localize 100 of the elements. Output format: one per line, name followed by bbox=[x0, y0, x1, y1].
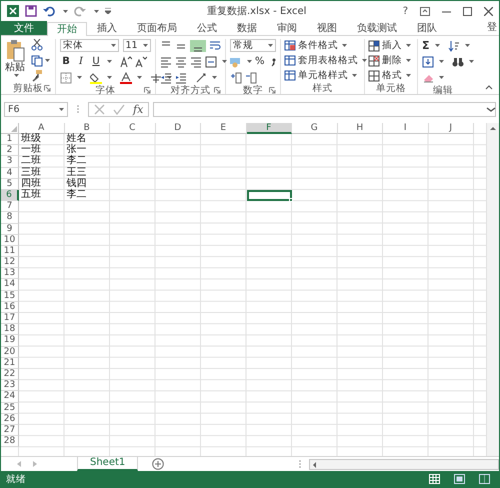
row-header[interactable]: 12 bbox=[1, 257, 19, 268]
borders-icon[interactable] bbox=[60, 72, 72, 84]
help-button[interactable]: ? bbox=[402, 6, 408, 16]
underline-button[interactable]: U bbox=[90, 56, 102, 67]
caret-icon[interactable] bbox=[137, 76, 142, 79]
percent-button[interactable]: % bbox=[255, 56, 265, 67]
format-painter-icon[interactable] bbox=[31, 70, 43, 82]
scroll-up-icon[interactable] bbox=[489, 125, 497, 132]
row-header[interactable]: 5 bbox=[1, 178, 19, 190]
row-header[interactable]: 11 bbox=[1, 246, 19, 258]
caret-icon[interactable] bbox=[167, 76, 172, 79]
caret-icon[interactable] bbox=[94, 10, 99, 12]
increase-font-icon[interactable] bbox=[120, 56, 132, 68]
caret-icon[interactable] bbox=[247, 60, 252, 63]
sort-filter-icon[interactable] bbox=[448, 40, 460, 52]
align-right-icon[interactable] bbox=[190, 56, 202, 68]
ribbon-tab[interactable]: 开始 bbox=[47, 22, 87, 36]
dialog-launcher-icon[interactable] bbox=[269, 87, 276, 94]
collapse-ribbon-icon[interactable] bbox=[485, 84, 493, 90]
ribbon-tab[interactable]: 视图 bbox=[307, 21, 347, 35]
row-header[interactable]: 1 bbox=[1, 134, 19, 146]
name-box[interactable]: F6 bbox=[4, 102, 68, 116]
maximize-icon[interactable] bbox=[463, 6, 472, 16]
caret-icon[interactable] bbox=[352, 74, 357, 77]
caret-icon[interactable] bbox=[406, 74, 411, 77]
row-header[interactable]: 4 bbox=[1, 168, 19, 179]
increase-indent-icon[interactable] bbox=[175, 72, 187, 84]
row-header[interactable]: 20 bbox=[1, 346, 19, 358]
italic-button[interactable]: I bbox=[75, 56, 87, 67]
autosum-button[interactable]: Σ bbox=[422, 39, 430, 52]
row-header[interactable]: 9 bbox=[1, 224, 19, 235]
vertical-scrollbar[interactable] bbox=[486, 123, 499, 456]
column-header[interactable]: H bbox=[338, 123, 383, 134]
font-size-dropdown[interactable]: 11 bbox=[122, 39, 151, 52]
row-header[interactable]: 15 bbox=[1, 290, 19, 302]
paste-button[interactable]: 粘贴 bbox=[5, 39, 25, 82]
decrease-font-icon[interactable] bbox=[135, 56, 147, 68]
ribbon-display-icon[interactable] bbox=[420, 6, 430, 16]
expand-formula-icon[interactable] bbox=[486, 106, 496, 112]
column-header[interactable]: C bbox=[110, 123, 156, 134]
row-header[interactable]: 16 bbox=[1, 302, 19, 313]
fill-color-icon[interactable] bbox=[90, 72, 102, 84]
dialog-launcher-icon[interactable] bbox=[214, 87, 221, 94]
font-color-icon[interactable] bbox=[120, 72, 132, 84]
column-header[interactable]: D bbox=[156, 123, 201, 134]
caret-icon[interactable] bbox=[268, 44, 273, 47]
file-tab[interactable]: 文件 bbox=[1, 21, 47, 35]
ribbon-tab[interactable]: 负载测试 bbox=[347, 21, 407, 35]
scroll-left-icon[interactable] bbox=[311, 460, 318, 468]
merge-center-icon[interactable] bbox=[205, 56, 217, 68]
fill-handle[interactable] bbox=[289, 198, 293, 202]
caret-icon[interactable] bbox=[342, 44, 347, 47]
bold-button[interactable]: B bbox=[60, 56, 72, 67]
column-header[interactable]: B bbox=[64, 123, 110, 134]
sheet-tab[interactable]: Sheet1 bbox=[77, 457, 138, 471]
format-as-table-button[interactable]: 套用表格格式 bbox=[284, 54, 367, 67]
wrap-text-icon[interactable] bbox=[209, 40, 221, 52]
caret-icon[interactable] bbox=[45, 59, 50, 62]
format-button[interactable]: 格式 bbox=[368, 69, 411, 82]
column-header[interactable]: A bbox=[19, 123, 64, 134]
row-header[interactable]: 14 bbox=[1, 279, 19, 291]
row-header[interactable]: 10 bbox=[1, 234, 19, 246]
page-layout-icon[interactable] bbox=[454, 474, 465, 484]
row-header[interactable]: 6 bbox=[1, 190, 19, 202]
fill-down-icon[interactable] bbox=[422, 56, 434, 68]
row-header[interactable]: 2 bbox=[1, 145, 19, 156]
row-header[interactable]: 19 bbox=[1, 335, 19, 347]
copy-icon[interactable] bbox=[31, 54, 43, 66]
row-header[interactable]: 7 bbox=[1, 201, 19, 212]
ribbon-tab[interactable]: 审阅 bbox=[267, 21, 307, 35]
insert-function-button[interactable]: fx bbox=[133, 102, 144, 116]
number-format-dropdown[interactable]: 常规 bbox=[230, 39, 276, 52]
row-header[interactable]: 21 bbox=[1, 358, 19, 369]
decrease-decimal-icon[interactable] bbox=[245, 72, 257, 84]
caret-icon[interactable] bbox=[63, 10, 68, 12]
caret-icon[interactable] bbox=[143, 44, 148, 47]
caret-icon[interactable] bbox=[434, 44, 440, 47]
caret-icon[interactable] bbox=[107, 60, 112, 63]
caret-icon[interactable] bbox=[464, 44, 470, 47]
column-header[interactable]: G bbox=[292, 123, 338, 134]
caret-icon[interactable] bbox=[222, 60, 227, 63]
add-sheet-icon[interactable] bbox=[152, 458, 164, 470]
column-header[interactable]: F bbox=[246, 123, 292, 134]
column-header[interactable]: J bbox=[428, 123, 474, 134]
phonetic-icon[interactable] bbox=[150, 72, 162, 84]
scissors-icon[interactable] bbox=[31, 39, 43, 51]
ribbon-tab[interactable]: 插入 bbox=[87, 21, 127, 35]
row-header[interactable]: 28 bbox=[1, 436, 19, 448]
row-header[interactable]: 22 bbox=[1, 368, 19, 380]
ribbon-tab[interactable]: 团队 bbox=[407, 21, 447, 35]
caret-icon[interactable] bbox=[110, 44, 116, 47]
caret-icon[interactable] bbox=[439, 60, 444, 63]
caret-icon[interactable] bbox=[439, 76, 444, 79]
font-name-dropdown[interactable]: 宋体 bbox=[60, 39, 118, 52]
cell-styles-button[interactable]: 单元格样式 bbox=[284, 69, 357, 82]
caret-icon[interactable] bbox=[406, 59, 411, 62]
page-break-icon[interactable] bbox=[479, 474, 490, 484]
formula-input[interactable] bbox=[153, 102, 496, 116]
caret-icon[interactable] bbox=[212, 76, 217, 79]
caret-icon[interactable] bbox=[14, 74, 18, 77]
